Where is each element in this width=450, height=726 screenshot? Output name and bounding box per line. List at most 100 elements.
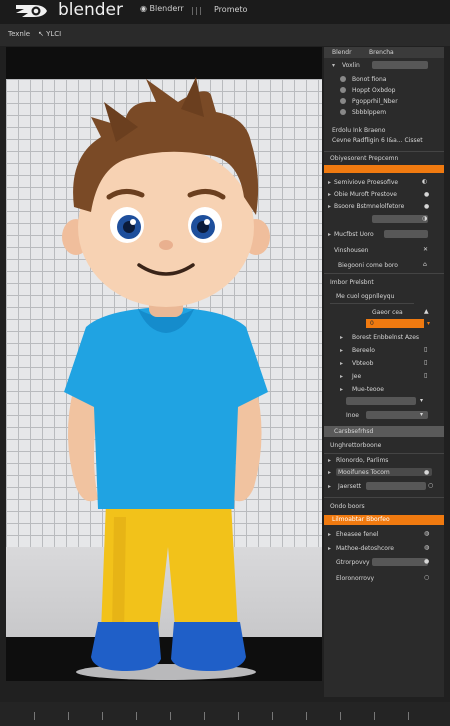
property-row[interactable]: Mathoe-detoshcore [336, 545, 394, 552]
expand-icon[interactable]: ▸ [340, 360, 343, 367]
trash-icon[interactable]: ⌂ [423, 261, 427, 268]
radio-icon[interactable] [340, 98, 346, 104]
highlighted-item[interactable]: Lilmoabtar Bborfeo [332, 516, 390, 523]
settings-icon[interactable]: ◍ [424, 530, 429, 537]
toolbar-item-ylci[interactable]: ↖ YLCI [38, 30, 61, 38]
eye-icon[interactable]: ◐ [422, 178, 427, 185]
section-subtab[interactable]: Me cuol ogpnlleyqu [336, 293, 394, 300]
property-label: Bereelo [352, 347, 375, 354]
dot-icon[interactable]: ● [424, 191, 429, 198]
separator [200, 7, 201, 15]
pin-icon[interactable]: ▯ [424, 359, 427, 366]
expand-icon[interactable]: ▸ [340, 347, 343, 354]
value-field[interactable] [372, 215, 428, 223]
property-row[interactable]: Eheasee fenel [336, 531, 378, 538]
expand-icon[interactable]: ▸ [328, 203, 331, 210]
section-title-2[interactable]: Imbor Prelsbnt [330, 279, 374, 286]
expand-icon[interactable]: ▸ [328, 457, 331, 464]
section-title-5[interactable]: Ondo boors [330, 503, 365, 510]
property-row[interactable]: Mooifunes Tocom [338, 469, 390, 476]
separator [196, 7, 197, 15]
option-item[interactable]: Hoppt Oxbdop [352, 87, 395, 94]
chevron-down-icon[interactable]: ▾ [420, 397, 423, 404]
active-bar[interactable] [324, 165, 444, 173]
property-row[interactable]: Biegooni come boro [338, 262, 398, 269]
radio-icon[interactable] [340, 87, 346, 93]
value-field[interactable] [366, 411, 428, 419]
property-row[interactable]: Mucfbst Uoro [334, 231, 374, 238]
property-row[interactable]: Vinshousen [334, 247, 368, 254]
info-line-1: Erdolu Ink Braeno [332, 127, 386, 134]
property-label: Jee [352, 373, 362, 380]
divider [324, 497, 444, 498]
top-bar: blender ◉ Blenderr Prometo [0, 0, 450, 24]
expand-icon[interactable]: ▸ [340, 334, 343, 341]
menu-button-blenderr[interactable]: ◉ Blenderr [140, 4, 184, 13]
section-title-1[interactable]: Obiyesorent Prepcemn [330, 155, 398, 162]
divider [324, 273, 444, 274]
blender-logo-icon [16, 5, 47, 17]
settings-icon[interactable]: ◍ [424, 544, 429, 551]
separator [192, 7, 193, 15]
value-field[interactable] [346, 397, 416, 405]
pin-icon[interactable]: ▯ [424, 346, 427, 353]
expand-icon[interactable]: ▸ [328, 231, 331, 238]
property-row[interactable]: Eloronorrovy [336, 575, 374, 582]
toggle-icon[interactable]: ◑ [422, 215, 427, 222]
tab-brencha[interactable]: Brencha [369, 49, 394, 56]
option-item[interactable]: Bonot fiona [352, 76, 386, 83]
property-row[interactable]: Gtrorpovvy [336, 559, 370, 566]
character-model[interactable] [6, 47, 322, 681]
value-field[interactable] [384, 230, 428, 238]
expand-icon[interactable]: ▸ [340, 386, 343, 393]
property-row[interactable]: Bsoore Bstmnelolfetore [334, 203, 404, 210]
property-row[interactable]: Jaersett [338, 483, 361, 490]
timeline-tick [136, 712, 137, 720]
dot-icon[interactable]: ● [424, 469, 429, 476]
expand-icon[interactable]: ▸ [328, 531, 331, 538]
radio-icon[interactable] [340, 109, 346, 115]
expand-icon[interactable]: ▸ [340, 373, 343, 380]
value-field[interactable] [372, 558, 428, 566]
expand-icon[interactable]: ▸ [328, 179, 331, 186]
info-line-2: Cevne Radfligin 6 I&a... Cisset [332, 137, 423, 144]
timeline-tick [170, 712, 171, 720]
pin-icon[interactable]: ▯ [424, 372, 427, 379]
chevron-down-icon[interactable]: ▾ [420, 411, 423, 418]
property-label: Gaeor cea [372, 309, 403, 316]
expand-icon[interactable]: ▸ [328, 469, 331, 476]
divider [324, 151, 444, 152]
orange-value-field[interactable] [366, 319, 424, 328]
voxlin-field[interactable] [372, 61, 428, 69]
timeline-tick [204, 712, 205, 720]
timeline-tick [408, 712, 409, 720]
dot-icon[interactable]: ● [424, 558, 429, 565]
section-title-3[interactable]: Carsbsefrhsd [334, 428, 373, 435]
toolbar-item-texnle[interactable]: Texnle [8, 30, 30, 38]
brand-name: blender [58, 0, 123, 20]
radio-icon[interactable] [340, 76, 346, 82]
property-row[interactable]: Rlonordo, Parlims [336, 457, 388, 464]
timeline-tick [102, 712, 103, 720]
dot-icon[interactable]: ● [424, 203, 429, 210]
option-item[interactable]: Pgopprhil_Nber [352, 98, 398, 105]
timeline-tick [272, 712, 273, 720]
tab-blendr[interactable]: Blendr [332, 49, 352, 56]
expand-icon[interactable]: ▾ [332, 62, 335, 69]
properties-panel: Blendr Brencha ▾ Voxlin Bonot fiona Hopp… [324, 47, 444, 697]
property-row[interactable]: Obie Muroft Prestove [334, 191, 397, 198]
expand-icon[interactable]: ▸ [328, 545, 331, 552]
3d-viewport[interactable] [6, 47, 322, 681]
lock-icon[interactable]: ▲ [424, 308, 429, 315]
expand-icon[interactable]: ▸ [328, 191, 331, 198]
cross-icon[interactable]: ✕ [423, 246, 428, 253]
option-item[interactable]: Sbbblppem [352, 109, 386, 116]
circle-icon[interactable]: ○ [428, 482, 433, 489]
property-row[interactable]: Semiviove Proesofive [334, 179, 398, 186]
menu-button-prometo[interactable]: Prometo [214, 5, 247, 14]
value-field[interactable] [366, 482, 426, 490]
chevron-down-icon[interactable]: ▾ [427, 320, 430, 327]
section-title-4[interactable]: Unghrettorboone [330, 442, 381, 449]
expand-icon[interactable]: ▸ [328, 483, 331, 490]
circle-icon[interactable]: ○ [424, 574, 429, 581]
